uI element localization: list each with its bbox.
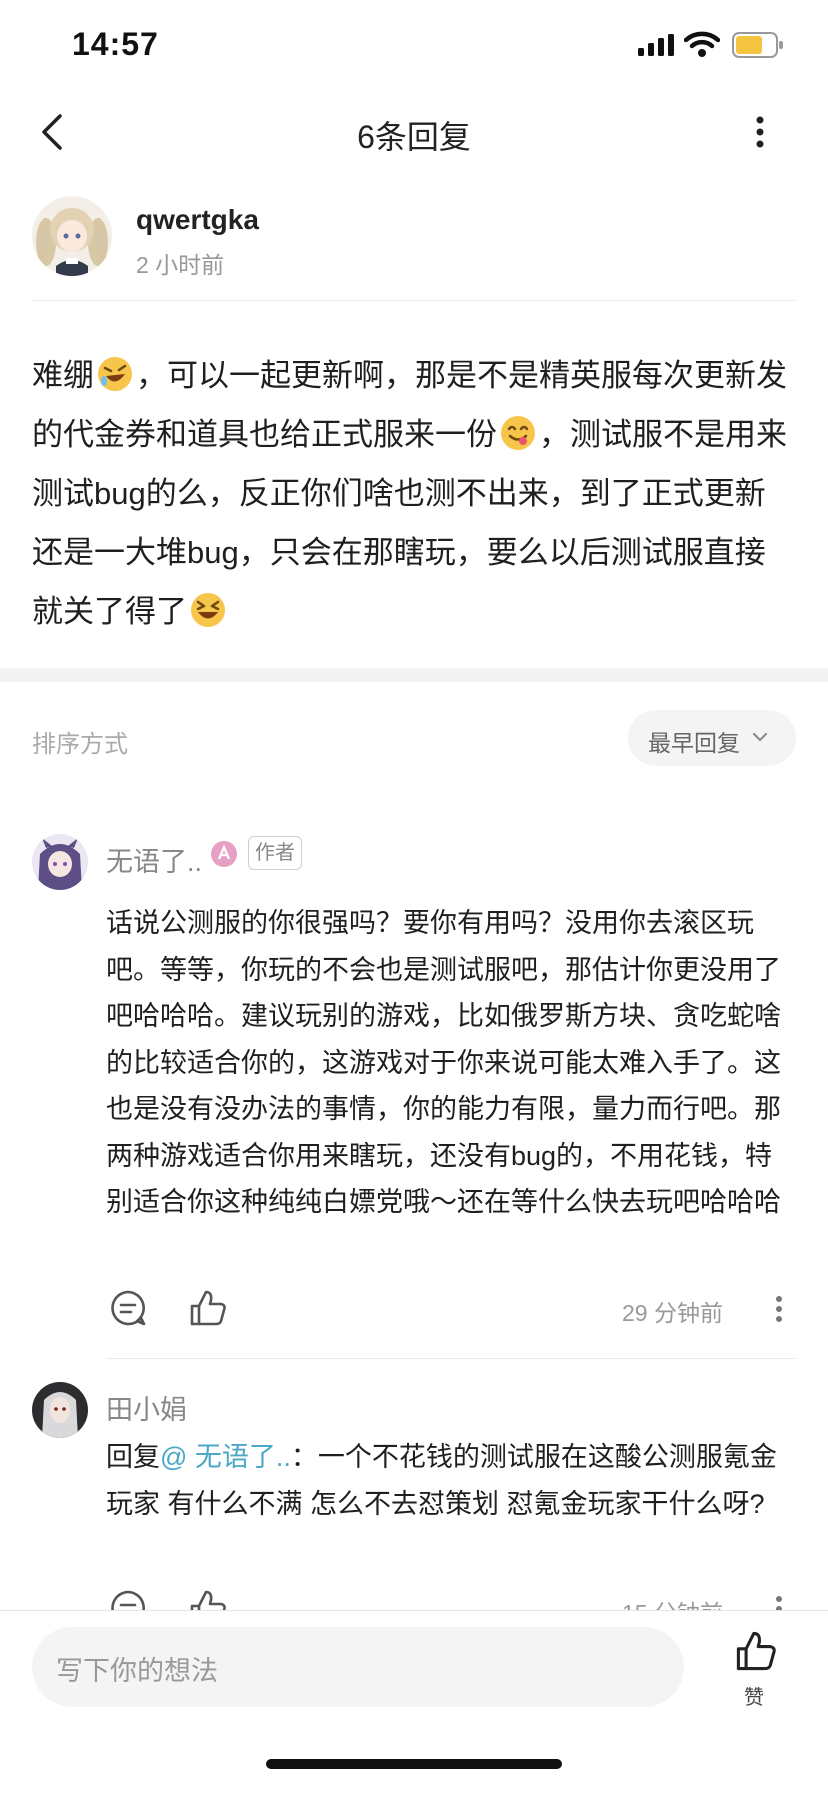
post-text-1: 难绷 [32, 358, 94, 393]
sort-selected: 最早回复 [648, 730, 740, 756]
avatar[interactable] [32, 1382, 88, 1438]
like-icon[interactable] [188, 1588, 228, 1610]
yum-emoji-icon [501, 416, 535, 450]
battery-icon [732, 32, 783, 58]
reply-username[interactable]: 无语了.. [106, 840, 202, 879]
reply-prefix: 回复 [106, 1442, 160, 1472]
comment-input[interactable]: 写下你的想法 [32, 1627, 684, 1707]
like-label: 赞 [744, 1687, 764, 1709]
comment-bar: 写下你的想法 赞 [0, 1610, 828, 1793]
cellular-signal-icon [638, 34, 674, 56]
reply-username[interactable]: 田小娟 [106, 1388, 187, 1427]
author-tag: 作者 [248, 836, 302, 870]
more-vertical-icon[interactable] [774, 1594, 784, 1610]
reply-item: 无语了.. 作者 话说公测服的你很强吗？要你有用吗？没用你去滚区玩吧。等等，你玩… [32, 834, 796, 1359]
chevron-down-icon [753, 733, 767, 742]
reply-text: 回复@ 无语了..：一个不花钱的测试服在这酸公测服氪金玩家 有什么不满 怎么不去… [106, 1434, 796, 1527]
reply-divider [106, 1358, 796, 1359]
nav-bar: 6条回复 [0, 90, 828, 176]
like-icon[interactable] [734, 1629, 778, 1673]
sort-dropdown[interactable]: 最早回复 [628, 710, 796, 766]
section-divider [0, 668, 828, 682]
home-indicator [266, 1759, 562, 1769]
more-vertical-icon[interactable] [744, 108, 776, 156]
wifi-icon [684, 31, 720, 57]
status-time: 14:57 [72, 26, 159, 62]
post-username[interactable]: qwertgka [136, 204, 259, 236]
reply-time: 15 分钟前 [622, 1594, 723, 1610]
sort-label: 排序方式 [32, 731, 128, 758]
avatar[interactable] [32, 834, 88, 890]
post-content: 难绷 ，可以一起更新啊，那是不是精英服每次更新发的代金券和道具也给正式服来一份 … [32, 346, 796, 641]
status-bar: 14:57 [0, 0, 828, 90]
comment-placeholder: 写下你的想法 [56, 1656, 218, 1686]
rofl-emoji-icon [98, 357, 132, 391]
post-time: 2 小时前 [136, 252, 225, 278]
comment-icon[interactable] [108, 1288, 148, 1328]
avatar[interactable] [32, 196, 112, 276]
grin-squint-emoji-icon [191, 593, 225, 627]
reply-time: 29 分钟前 [622, 1300, 723, 1326]
level-badge-icon [211, 841, 237, 867]
reply-text: 话说公测服的你很强吗？要你有用吗？没用你去滚区玩吧。等等，你玩的不会也是测试服吧… [106, 908, 781, 1217]
comment-icon[interactable] [108, 1588, 148, 1610]
page-title: 6条回复 [357, 119, 471, 155]
mention-link[interactable]: @ 无语了.. [160, 1442, 291, 1472]
post-header: qwertgka 2 小时前 [32, 196, 796, 301]
like-icon[interactable] [188, 1288, 228, 1328]
reply-item: 田小娟 回复@ 无语了..：一个不花钱的测试服在这酸公测服氪金玩家 有什么不满 … [32, 1382, 796, 1610]
more-vertical-icon[interactable] [774, 1294, 784, 1324]
